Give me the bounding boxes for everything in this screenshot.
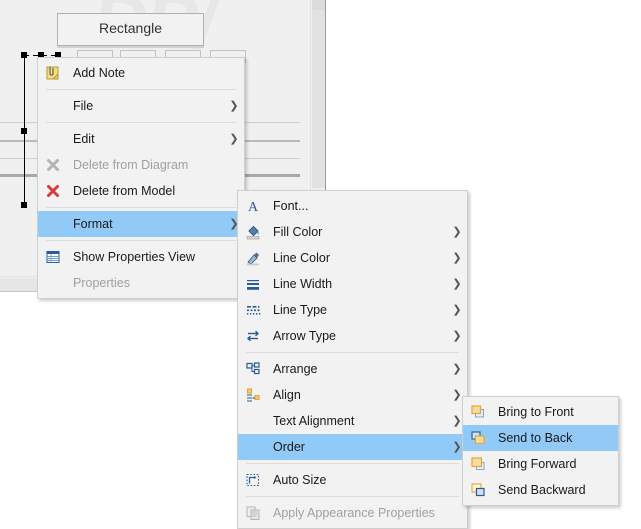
icon-placeholder xyxy=(38,126,68,152)
menu-item-label: Arrange xyxy=(273,362,318,376)
menu-item-file[interactable]: File ❯ xyxy=(38,93,244,119)
menu-item-label: Line Type xyxy=(273,303,327,317)
chevron-right-icon: ❯ xyxy=(229,100,239,112)
send-to-back-icon xyxy=(463,425,493,451)
menu-separator xyxy=(46,122,236,123)
menu-item-label: Send to Back xyxy=(498,431,573,445)
menu-item-fill-color[interactable]: Fill Color ❯ xyxy=(238,219,467,245)
arrange-icon xyxy=(238,356,268,382)
selection-handle[interactable] xyxy=(21,52,27,58)
order-submenu[interactable]: Bring to Front Send to Back Bring Forward S… xyxy=(462,396,619,506)
scroll-up-arrow[interactable] xyxy=(312,0,325,10)
fill-color-icon xyxy=(238,219,268,245)
menu-item-label: Font... xyxy=(273,199,309,213)
rectangle-shape-label: Rectangle xyxy=(98,20,163,36)
menu-item-label: Text Alignment xyxy=(273,414,355,428)
delete-red-icon xyxy=(38,178,68,204)
line-width-icon xyxy=(238,271,268,297)
font-icon: A xyxy=(238,193,268,219)
menu-item-properties: Properties xyxy=(38,270,244,296)
menu-item-delete-from-model[interactable]: Delete from Model xyxy=(38,178,244,204)
icon-placeholder xyxy=(238,408,268,434)
line-color-icon xyxy=(238,245,268,271)
menu-separator xyxy=(246,352,459,353)
menu-item-label: Order xyxy=(273,440,305,454)
menu-item-add-note[interactable]: Add Note xyxy=(38,60,244,86)
menu-item-delete-from-diagram: Delete from Diagram xyxy=(38,152,244,178)
format-submenu[interactable]: A Font... Fill Color ❯ Line Color ❯ Line Width… xyxy=(237,190,468,529)
menu-item-order[interactable]: Order ❯ xyxy=(238,434,467,460)
icon-placeholder xyxy=(38,270,68,296)
menu-separator xyxy=(46,240,236,241)
svg-text:A: A xyxy=(248,200,259,214)
menu-item-apply-appearance-properties: Apply Appearance Properties xyxy=(238,500,467,526)
menu-separator xyxy=(46,207,236,208)
menu-item-bring-to-front[interactable]: Bring to Front xyxy=(463,399,618,425)
selection-handle[interactable] xyxy=(21,202,27,208)
menu-item-label: File xyxy=(73,99,94,113)
icon-placeholder xyxy=(38,211,68,237)
menu-item-text-alignment[interactable]: Text Alignment ❯ xyxy=(238,408,467,434)
chevron-right-icon: ❯ xyxy=(229,133,239,145)
menu-item-label: Bring to Front xyxy=(498,405,574,419)
menu-item-label: Bring Forward xyxy=(498,457,577,471)
menu-item-label: Apply Appearance Properties xyxy=(273,506,435,520)
auto-size-icon xyxy=(238,467,268,493)
menu-item-label: Fill Color xyxy=(273,225,323,239)
menu-separator xyxy=(246,463,459,464)
menu-item-font[interactable]: A Font... xyxy=(238,193,467,219)
menu-item-format[interactable]: Format ❯ xyxy=(38,211,244,237)
chevron-right-icon: ❯ xyxy=(452,252,462,264)
menu-item-align[interactable]: Align ❯ xyxy=(238,382,467,408)
icon-placeholder xyxy=(38,93,68,119)
menu-item-send-backward[interactable]: Send Backward xyxy=(463,477,618,503)
menu-item-line-color[interactable]: Line Color ❯ xyxy=(238,245,467,271)
menu-item-edit[interactable]: Edit ❯ xyxy=(38,126,244,152)
send-backward-icon xyxy=(463,477,493,503)
chevron-right-icon: ❯ xyxy=(452,226,462,238)
menu-item-label: Show Properties View xyxy=(73,250,196,264)
note-icon xyxy=(38,60,68,86)
delete-gray-icon xyxy=(38,152,68,178)
apply-appearance-icon xyxy=(238,500,268,526)
menu-item-bring-forward[interactable]: Bring Forward xyxy=(463,451,618,477)
menu-item-label: Format xyxy=(73,217,113,231)
menu-item-label: Align xyxy=(273,388,301,402)
icon-placeholder xyxy=(238,434,268,460)
rectangle-shape[interactable]: Rectangle xyxy=(57,13,204,46)
line-type-icon xyxy=(238,297,268,323)
context-menu[interactable]: Add Note File ❯ Edit ❯ Delete from Diagram Del… xyxy=(37,57,245,299)
menu-item-auto-size[interactable]: Auto Size xyxy=(238,467,467,493)
menu-item-label: Send Backward xyxy=(498,483,586,497)
menu-separator xyxy=(246,496,459,497)
menu-item-label: Arrow Type xyxy=(273,329,336,343)
vertical-scroll-thumb[interactable] xyxy=(312,10,325,188)
align-icon xyxy=(238,382,268,408)
menu-item-arrow-type[interactable]: Arrow Type ❯ xyxy=(238,323,467,349)
chevron-right-icon: ❯ xyxy=(452,330,462,342)
bring-forward-icon xyxy=(463,451,493,477)
chevron-right-icon: ❯ xyxy=(452,278,462,290)
menu-item-label: Line Width xyxy=(273,277,333,291)
menu-item-send-to-back[interactable]: Send to Back xyxy=(463,425,618,451)
properties-view-icon xyxy=(38,244,68,270)
menu-separator xyxy=(46,89,236,90)
menu-item-label: Auto Size xyxy=(273,473,327,487)
chevron-right-icon: ❯ xyxy=(452,363,462,375)
selection-handle[interactable] xyxy=(21,128,27,134)
menu-item-line-width[interactable]: Line Width ❯ xyxy=(238,271,467,297)
menu-item-label: Line Color xyxy=(273,251,330,265)
menu-item-label: Delete from Diagram xyxy=(73,158,189,172)
menu-item-arrange[interactable]: Arrange ❯ xyxy=(238,356,467,382)
menu-item-label: Delete from Model xyxy=(73,184,176,198)
menu-item-label: Edit xyxy=(73,132,95,146)
chevron-right-icon: ❯ xyxy=(452,304,462,316)
arrow-type-icon xyxy=(238,323,268,349)
menu-item-label: Add Note xyxy=(73,66,126,80)
menu-item-line-type[interactable]: Line Type ❯ xyxy=(238,297,467,323)
menu-item-show-properties-view[interactable]: Show Properties View xyxy=(38,244,244,270)
menu-item-label: Properties xyxy=(73,276,130,290)
bring-to-front-icon xyxy=(463,399,493,425)
